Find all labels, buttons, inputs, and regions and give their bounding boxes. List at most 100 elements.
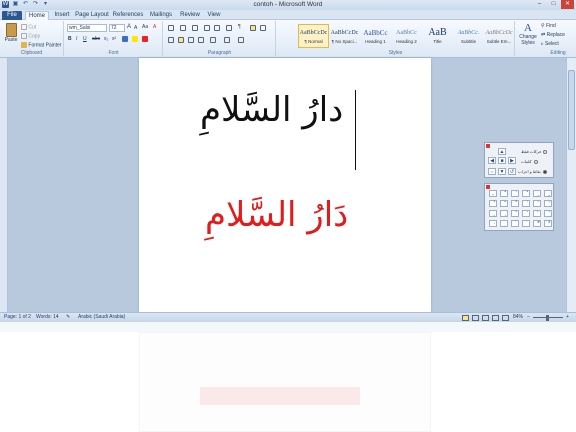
zoom-in-button[interactable]: + [566, 313, 569, 322]
diacritic-button[interactable]: ٞ [522, 220, 530, 227]
document-line-2[interactable]: دَارُ السَّلامِ [205, 195, 348, 235]
diacritic-button[interactable]: ٜ [500, 220, 508, 227]
diacritic-button[interactable]: ٘ [522, 210, 530, 217]
close-button[interactable]: ✕ [561, 0, 574, 9]
diacritic-button[interactable]: ِ [533, 190, 541, 197]
align-left-icon[interactable] [168, 37, 174, 43]
diacritic-button[interactable]: ٗ [511, 210, 519, 217]
align-right-icon[interactable] [188, 37, 194, 43]
page-count[interactable]: Page: 1 of 2 [4, 313, 31, 322]
borders-icon[interactable] [238, 37, 244, 43]
zoom-out-button[interactable]: − [527, 313, 530, 322]
diacritic-button[interactable]: ٚ [544, 210, 552, 217]
document-line-1[interactable]: دارُ السَّلامِ [200, 90, 343, 130]
draft-icon[interactable] [502, 315, 509, 321]
nav-center-button[interactable]: ■ [498, 157, 506, 164]
diacritic-button[interactable]: ٙ [533, 210, 541, 217]
zoom-slider-thumb[interactable] [546, 315, 549, 321]
nav-left-button[interactable]: ◀ [488, 157, 496, 164]
tab-review[interactable]: Review [178, 11, 202, 20]
font-color-icon[interactable] [142, 36, 148, 42]
scrollbar-thumb[interactable] [568, 70, 575, 150]
sort-icon[interactable] [226, 25, 232, 31]
tab-page-layout[interactable]: Page Layout [75, 11, 109, 20]
diacritic-button[interactable]: ٔ [544, 200, 552, 207]
diacritic-button[interactable]: ْ [511, 200, 519, 207]
full-screen-reading-icon[interactable] [472, 315, 479, 321]
web-layout-icon[interactable] [482, 315, 489, 321]
subscript-button[interactable]: x₂ [104, 36, 108, 42]
bullets-icon[interactable] [168, 25, 174, 31]
tab-view[interactable]: View [204, 11, 224, 20]
select-button[interactable]: ▹ Select [541, 41, 559, 47]
font-size-select[interactable]: 72 [109, 24, 125, 32]
format-painter-button[interactable]: Format Painter [21, 42, 61, 48]
diacritic-button[interactable]: ٓ [533, 200, 541, 207]
diacritic-button[interactable]: ـ [489, 190, 497, 197]
tab-insert[interactable]: Insert [51, 11, 73, 20]
show-formatting-button[interactable]: ¶ [238, 24, 241, 30]
shrink-font-button[interactable]: A [134, 25, 137, 31]
language-indicator[interactable]: Arabic (Saudi Arabia) [78, 313, 125, 322]
diacritic-button[interactable]: ۖ [533, 220, 541, 227]
line-spacing-icon[interactable] [210, 37, 216, 43]
clear-formatting-button[interactable]: A [153, 24, 156, 30]
nav-right-button[interactable]: ▶ [508, 157, 516, 164]
tab-mailings[interactable]: Mailings [147, 11, 175, 20]
nav-down-button[interactable]: ▼ [498, 168, 506, 175]
decrease-indent-icon[interactable] [204, 25, 210, 31]
diacritic-button[interactable]: ٖ [500, 210, 508, 217]
option-words[interactable]: كلمات [521, 159, 538, 164]
word-count[interactable]: Words: 14 [36, 313, 59, 322]
diacritic-button[interactable]: ٕ [489, 210, 497, 217]
outline-icon[interactable] [492, 315, 499, 321]
tab-references[interactable]: References [112, 11, 144, 20]
palette-close-icon[interactable] [486, 144, 490, 148]
style-normal[interactable]: AaBbCcDc ¶ Normal [298, 24, 329, 48]
style-no-spacing[interactable]: AaBbCcDc ¶ No Spaci... [329, 24, 360, 48]
tab-file[interactable]: File [2, 11, 22, 20]
change-case-button[interactable]: Aa [142, 24, 148, 30]
text-effects-icon[interactable] [122, 36, 128, 42]
grow-font-button[interactable]: A [127, 24, 131, 30]
multilevel-list-icon[interactable] [192, 25, 198, 31]
highlight-icon[interactable] [132, 36, 138, 42]
style-subtitle[interactable]: AaBbCc. Subtitle [453, 24, 484, 48]
diacritic-button[interactable]: ۗ [544, 220, 552, 227]
diacritic-button[interactable]: ّ [500, 190, 508, 197]
shading-icon[interactable] [224, 37, 230, 43]
proofing-icon[interactable]: ✎ [66, 313, 70, 322]
diacritic-button[interactable]: ٰ [522, 200, 530, 207]
change-styles-button[interactable]: A Change Styles [517, 22, 539, 46]
palette-close-icon[interactable] [486, 185, 490, 189]
diacritic-button[interactable]: ٍ [544, 190, 552, 197]
nav-refresh-button[interactable]: ↺ [508, 168, 516, 175]
diacritic-button[interactable]: ً [500, 200, 508, 207]
option-harakat-only[interactable]: حركات فقط [521, 149, 548, 154]
vertical-scrollbar[interactable] [566, 58, 576, 312]
diacritic-button[interactable]: ٌ [522, 190, 530, 197]
strikethrough-button[interactable]: abc [92, 36, 100, 42]
replace-button[interactable]: ⇄ Replace [541, 32, 565, 38]
diacritic-button[interactable]: ُ [489, 200, 497, 207]
maximize-button[interactable]: □ [547, 0, 560, 9]
font-name-select[interactable]: wm_Salsi [67, 24, 107, 32]
find-button[interactable]: ⚲ Find [541, 23, 556, 29]
rtl-direction-icon[interactable] [250, 25, 256, 31]
print-layout-icon[interactable] [462, 315, 469, 321]
italic-button[interactable]: I [76, 36, 77, 42]
superscript-button[interactable]: x² [112, 36, 116, 42]
paste-button[interactable]: Paste [3, 23, 19, 43]
numbering-icon[interactable] [180, 25, 186, 31]
align-center-icon[interactable] [178, 37, 184, 43]
style-subtle-emphasis[interactable]: AaBbCcDc Subtle Em... [484, 24, 514, 48]
nav-swap-button[interactable]: ⇔ [488, 168, 496, 175]
copy-button[interactable]: Copy [21, 33, 40, 39]
cut-button[interactable]: Cut [21, 24, 36, 30]
diacritic-button[interactable]: ٝ [511, 220, 519, 227]
underline-button[interactable]: U [83, 36, 87, 42]
zoom-level[interactable]: 84% [513, 313, 523, 322]
minimize-button[interactable]: – [533, 0, 546, 9]
tab-home[interactable]: Home [25, 11, 49, 20]
diacritic-button[interactable]: ٛ [489, 220, 497, 227]
